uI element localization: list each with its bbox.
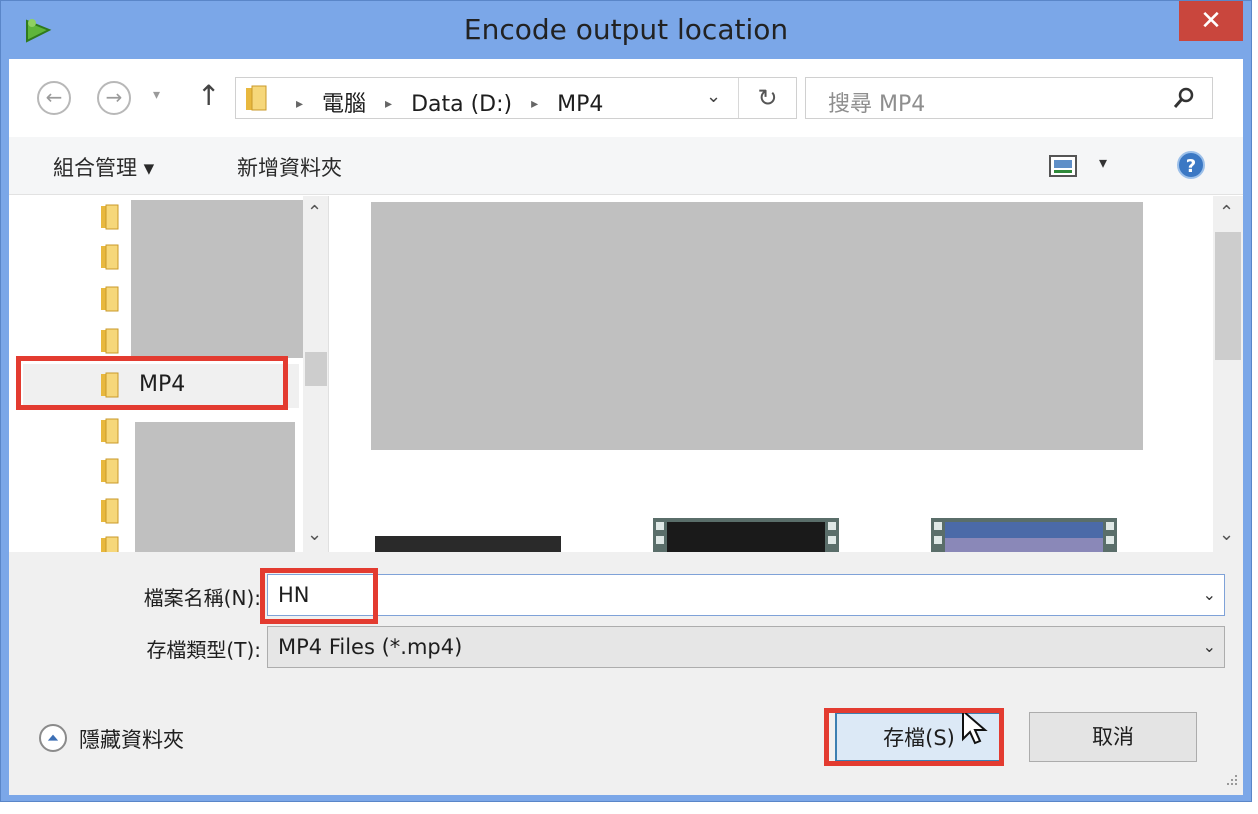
navigation-bar: ← → ▾ ↑ ▸ 電腦 ▸ Data (D:) ▸ MP4 ⌄ ↻ 搜尋 MP… xyxy=(9,59,1243,137)
filename-label: 檔案名稱(N): xyxy=(143,586,261,610)
breadcrumb-mp4[interactable]: MP4 xyxy=(557,92,603,117)
new-folder-button[interactable]: 新增資料夾 xyxy=(237,152,342,182)
folder-icon xyxy=(246,85,267,111)
help-icon[interactable]: ? xyxy=(1177,151,1205,179)
filetype-label: 存檔類型(T): xyxy=(146,638,261,662)
navigation-tree[interactable]: MP4 ⌃ ⌄ xyxy=(9,196,329,552)
view-icon[interactable] xyxy=(1049,155,1077,177)
search-box[interactable]: 搜尋 MP4 xyxy=(805,77,1213,119)
refresh-button[interactable]: ↻ xyxy=(738,78,796,118)
folder-icon xyxy=(101,286,119,312)
dialog-body: ← → ▾ ↑ ▸ 電腦 ▸ Data (D:) ▸ MP4 ⌄ ↻ 搜尋 MP… xyxy=(9,59,1243,795)
forward-button[interactable]: → xyxy=(97,81,131,115)
folder-icon xyxy=(101,204,119,230)
grip-icon[interactable] xyxy=(1221,773,1239,791)
redacted-file-items xyxy=(371,202,1143,450)
breadcrumb-data-drive[interactable]: Data (D:) xyxy=(411,92,512,117)
file-list[interactable]: ⌃ ⌄ xyxy=(331,196,1243,552)
file-scroll-thumb[interactable] xyxy=(1215,232,1241,360)
redacted-tree-items xyxy=(131,200,309,358)
folder-icon xyxy=(101,372,119,398)
file-scroll-up-icon[interactable]: ⌃ xyxy=(1219,202,1234,223)
folder-icon xyxy=(101,418,119,444)
filename-input[interactable]: HN xyxy=(278,583,310,607)
title-bar[interactable]: Encode output location ✕ xyxy=(1,1,1251,59)
address-dropdown-icon[interactable]: ⌄ xyxy=(706,86,721,107)
folder-icon xyxy=(101,244,119,270)
folder-icon xyxy=(101,328,119,354)
cursor-icon xyxy=(962,708,988,745)
tree-item-label: MP4 xyxy=(139,372,186,397)
folder-icon xyxy=(101,498,119,524)
folder-icon xyxy=(101,458,119,484)
filetype-value: MP4 Files (*.mp4) xyxy=(278,635,463,659)
back-button[interactable]: ← xyxy=(37,81,71,115)
save-dialog-window: Encode output location ✕ ← → ▾ ↑ ▸ 電腦 ▸ … xyxy=(0,0,1252,802)
save-options-panel: 檔案名稱(N): HN ⌄ 存檔類型(T): MP4 Files (*.mp4)… xyxy=(9,552,1243,795)
close-button[interactable]: ✕ xyxy=(1179,1,1243,41)
folder-icon xyxy=(101,536,119,552)
hide-folders-label: 隱藏資料夾 xyxy=(79,728,184,752)
video-thumbnail[interactable] xyxy=(653,518,839,552)
breadcrumb-separator: ▸ xyxy=(385,96,393,112)
organize-menu[interactable]: 組合管理 ▾ xyxy=(53,152,154,182)
filetype-select[interactable]: MP4 Files (*.mp4) ⌄ xyxy=(267,626,1225,668)
recent-locations-button[interactable]: ▾ xyxy=(153,87,160,103)
breadcrumb: ▸ 電腦 ▸ Data (D:) ▸ MP4 xyxy=(284,86,603,118)
search-input[interactable]: 搜尋 MP4 xyxy=(828,86,925,118)
cancel-button[interactable]: 取消 xyxy=(1029,712,1197,762)
video-thumbnail[interactable] xyxy=(375,518,561,552)
breadcrumb-separator: ▸ xyxy=(531,96,539,112)
filename-dropdown-icon[interactable]: ⌄ xyxy=(1203,585,1216,604)
filetype-dropdown-icon[interactable]: ⌄ xyxy=(1203,637,1216,656)
window-title: Encode output location xyxy=(463,13,789,46)
file-scroll-down-icon[interactable]: ⌄ xyxy=(1219,524,1234,545)
command-bar: 組合管理 ▾ 新增資料夾 ▾ ? xyxy=(9,137,1243,195)
tree-scroll-thumb[interactable] xyxy=(305,352,327,386)
breadcrumb-computer[interactable]: 電腦 xyxy=(322,92,366,117)
up-button[interactable]: ↑ xyxy=(197,79,220,112)
filename-field[interactable]: HN ⌄ xyxy=(267,574,1225,616)
breadcrumb-separator: ▸ xyxy=(296,96,304,112)
address-bar[interactable]: ▸ 電腦 ▸ Data (D:) ▸ MP4 ⌄ ↻ xyxy=(235,77,797,119)
collapse-icon xyxy=(39,724,67,752)
view-dropdown-icon[interactable]: ▾ xyxy=(1099,153,1107,172)
search-icon[interactable] xyxy=(1172,86,1196,110)
redacted-tree-items xyxy=(135,422,295,552)
tree-scroll-down-icon[interactable]: ⌄ xyxy=(307,524,322,545)
video-thumbnail[interactable] xyxy=(931,518,1117,552)
tree-scroll-up-icon[interactable]: ⌃ xyxy=(307,202,322,223)
